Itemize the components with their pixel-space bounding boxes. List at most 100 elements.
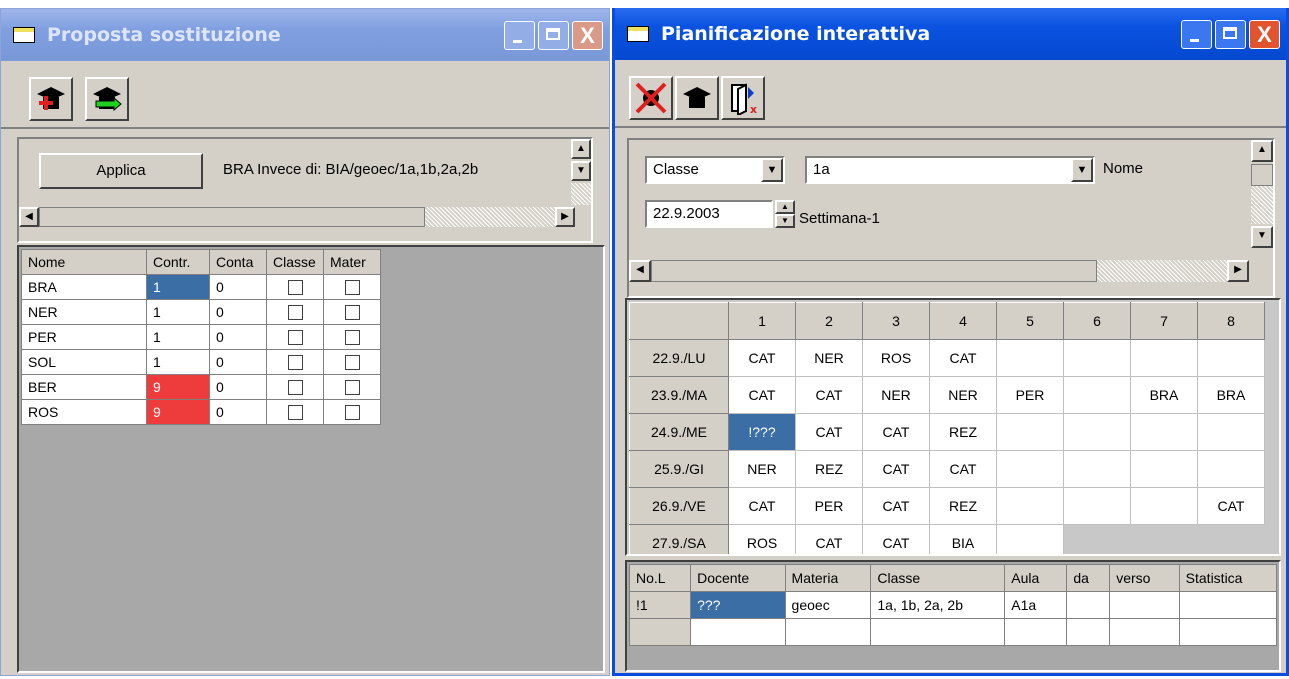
period-header[interactable]: 2 (795, 302, 863, 340)
subject-checkbox[interactable] (344, 405, 360, 421)
exit-button[interactable]: x (721, 76, 765, 120)
contr-cell[interactable]: 1 (146, 349, 210, 375)
schedule-cell[interactable]: ROS (862, 339, 930, 377)
schedule-cell[interactable]: REZ (929, 487, 997, 525)
period-header[interactable]: 3 (862, 302, 930, 340)
schedule-cell[interactable] (996, 524, 1064, 554)
teacher-name-cell[interactable]: ROS (21, 399, 147, 425)
horizontal-scroll-thumb[interactable] (651, 260, 1097, 282)
schedule-cell[interactable]: BIA (929, 524, 997, 554)
schedule-cell[interactable]: NER (795, 339, 863, 377)
lesson-cell[interactable] (690, 618, 786, 646)
contr-cell[interactable]: 9 (146, 374, 210, 400)
lesson-cell[interactable] (1178, 591, 1278, 619)
scroll-up-button[interactable]: ▲ (1251, 140, 1273, 162)
column-header[interactable]: No.L (628, 564, 692, 592)
conta-cell[interactable]: 0 (209, 349, 267, 375)
scroll-down-button[interactable]: ▼ (571, 161, 591, 181)
teacher-name-cell[interactable]: PER (21, 324, 147, 350)
day-label[interactable]: 27.9./SA (629, 524, 729, 554)
maximize-button[interactable] (1215, 20, 1246, 49)
lesson-cell[interactable]: ??? (690, 591, 786, 619)
day-label[interactable]: 24.9./ME (629, 413, 729, 451)
schedule-cell[interactable] (1063, 376, 1131, 414)
schedule-cell[interactable] (996, 450, 1064, 488)
schedule-cell[interactable]: CAT (1197, 487, 1265, 525)
conta-cell[interactable]: 0 (209, 374, 267, 400)
schedule-cell[interactable]: CAT (862, 487, 930, 525)
title-bar[interactable]: Pianificazione interattiva X (615, 8, 1286, 60)
scroll-up-button[interactable]: ▲ (571, 139, 591, 159)
class-checkbox[interactable] (287, 380, 303, 396)
column-header[interactable]: Statistica (1178, 564, 1278, 592)
schedule-cell[interactable]: CAT (929, 450, 997, 488)
chevron-down-icon[interactable]: ▼ (761, 158, 783, 182)
schedule-cell[interactable] (1197, 413, 1265, 451)
minimize-button[interactable] (1181, 20, 1212, 49)
column-header[interactable]: Contr. (146, 249, 210, 275)
replace-teacher-button[interactable] (85, 77, 129, 121)
schedule-cell[interactable]: BRA (1197, 376, 1265, 414)
close-button[interactable]: X (1249, 20, 1280, 49)
schedule-cell[interactable] (1130, 487, 1198, 525)
schedule-cell[interactable]: CAT (795, 413, 863, 451)
schedule-cell[interactable]: PER (795, 487, 863, 525)
lesson-cell[interactable]: 1a, 1b, 2a, 2b (870, 591, 1006, 619)
schedule-cell[interactable]: CAT (795, 524, 863, 554)
schedule-cell[interactable]: REZ (795, 450, 863, 488)
schedule-cell[interactable] (996, 413, 1064, 451)
title-bar[interactable]: Proposta sostituzione X (1, 9, 609, 61)
lesson-cell[interactable] (870, 618, 1006, 646)
schedule-cell[interactable]: NER (728, 450, 796, 488)
schedule-cell[interactable] (996, 487, 1064, 525)
schedule-cell[interactable]: CAT (862, 524, 930, 554)
schedule-cell[interactable] (1063, 450, 1131, 488)
apply-button[interactable]: Applica (39, 153, 203, 189)
table-row[interactable]: SOL 1 0 (21, 349, 381, 375)
schedule-cell[interactable] (1130, 339, 1198, 377)
schedule-cell[interactable] (1063, 487, 1131, 525)
day-label[interactable]: 25.9./GI (629, 450, 729, 488)
add-teacher-button[interactable] (29, 77, 73, 121)
vertical-scroll-thumb[interactable] (1251, 164, 1273, 186)
schedule-cell[interactable]: CAT (929, 339, 997, 377)
column-header[interactable]: verso (1109, 564, 1180, 592)
scroll-left-button[interactable]: ◀ (629, 260, 651, 282)
lesson-cell[interactable] (1178, 618, 1278, 646)
column-header[interactable]: Materia (784, 564, 872, 592)
column-header[interactable]: Nome (21, 249, 147, 275)
date-up-button[interactable]: ▲ (775, 200, 795, 214)
conta-cell[interactable]: 0 (209, 274, 267, 300)
chevron-down-icon[interactable]: ▼ (1071, 158, 1093, 182)
schedule-cell[interactable]: BRA (1130, 376, 1198, 414)
schedule-cell[interactable] (1197, 450, 1265, 488)
column-header[interactable]: Docente (690, 564, 786, 592)
class-checkbox[interactable] (287, 355, 303, 371)
contr-cell[interactable]: 1 (146, 299, 210, 325)
teacher-name-cell[interactable]: BRA (21, 274, 147, 300)
schedule-cell[interactable]: CAT (795, 376, 863, 414)
column-header[interactable]: Aula (1004, 564, 1068, 592)
schedule-cell[interactable]: CAT (862, 413, 930, 451)
column-header[interactable]: Mater (323, 249, 381, 275)
schedule-cell[interactable] (1063, 339, 1131, 377)
lesson-row[interactable] (628, 618, 1278, 646)
lesson-row[interactable]: !1??? geoec 1a, 1b, 2a, 2b A1a (628, 591, 1278, 619)
period-header[interactable]: 6 (1063, 302, 1131, 340)
column-header[interactable]: Conta (209, 249, 267, 275)
table-row[interactable]: BRA 1 0 (21, 274, 381, 300)
subject-checkbox[interactable] (344, 280, 360, 296)
schedule-cell[interactable]: CAT (728, 487, 796, 525)
period-header[interactable]: 7 (1130, 302, 1198, 340)
table-row[interactable]: ROS 9 0 (21, 399, 381, 425)
conta-cell[interactable]: 0 (209, 324, 267, 350)
lesson-cell[interactable] (1109, 591, 1180, 619)
conta-cell[interactable]: 0 (209, 399, 267, 425)
period-header[interactable]: 8 (1197, 302, 1265, 340)
delete-button[interactable] (629, 76, 673, 120)
day-label[interactable]: 22.9./LU (629, 339, 729, 377)
conta-cell[interactable]: 0 (209, 299, 267, 325)
schedule-cell[interactable] (1197, 339, 1265, 377)
lesson-cell[interactable]: !1 (628, 591, 692, 619)
subject-checkbox[interactable] (344, 330, 360, 346)
